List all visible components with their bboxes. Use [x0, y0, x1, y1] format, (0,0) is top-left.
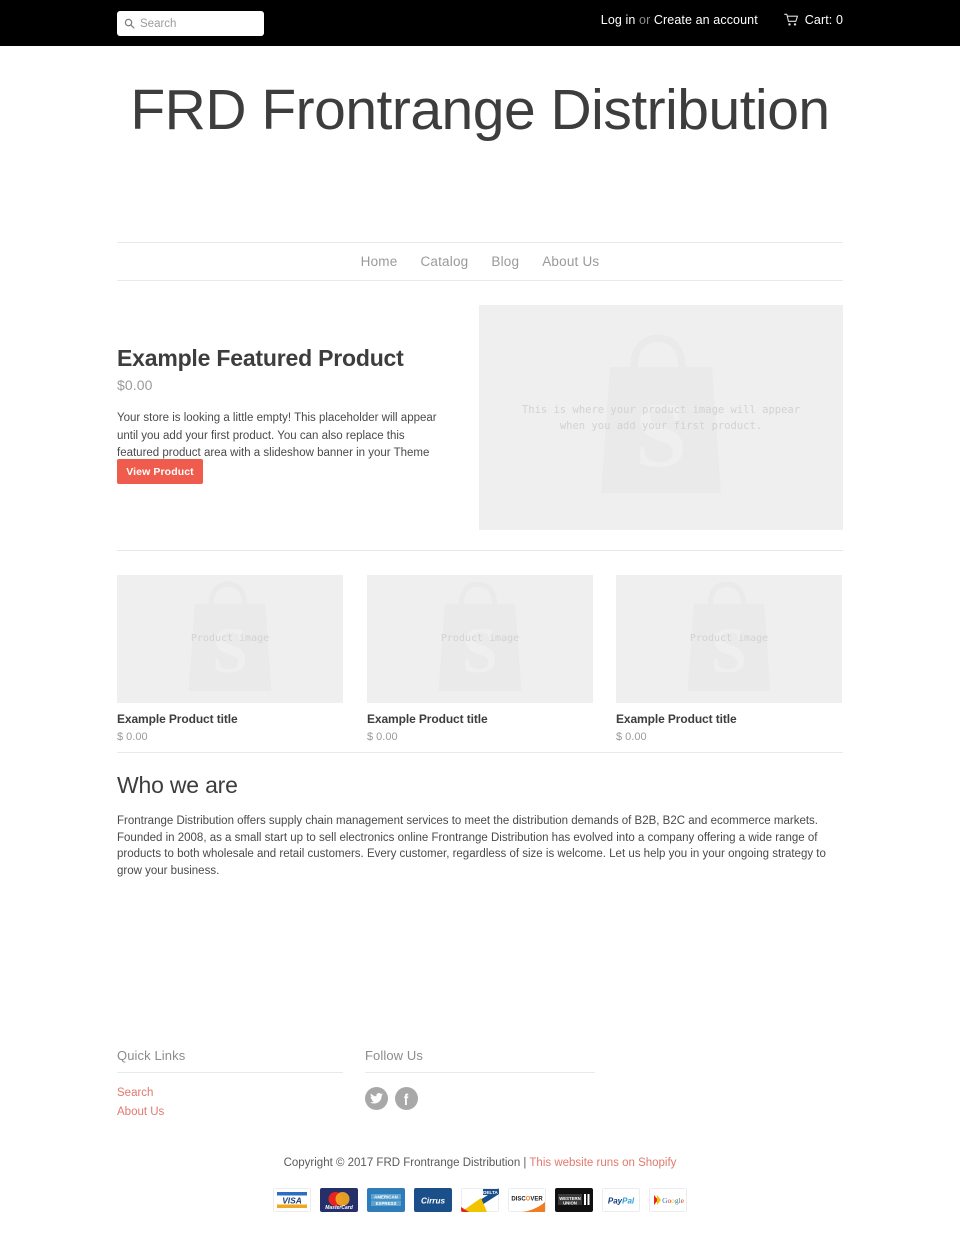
copyright: Copyright © 2017 FRD Frontrange Distribu…	[117, 1157, 843, 1169]
social-links	[365, 1087, 595, 1110]
search-input[interactable]	[140, 13, 250, 34]
payment-methods: VISA MasterCard AMERICAN EXPRESS Cirrus …	[117, 1188, 843, 1212]
nav-item-about-us[interactable]: About Us	[542, 254, 599, 269]
footer-link-search[interactable]: Search	[117, 1084, 343, 1103]
product-card[interactable]: S Product image Example Product title $ …	[616, 575, 842, 743]
view-product-button[interactable]: View Product	[117, 459, 203, 484]
follow-us-heading: Follow Us	[365, 1048, 595, 1073]
cart-link[interactable]: Cart: 0	[783, 13, 843, 27]
nav-item-blog[interactable]: Blog	[491, 254, 519, 269]
about-heading: Who we are	[117, 772, 238, 798]
svg-text:Cirrus: Cirrus	[421, 1196, 446, 1205]
paypal-payment-icon: PayPal	[602, 1188, 640, 1212]
svg-text:Google: Google	[662, 1196, 685, 1205]
svg-text:MasterCard: MasterCard	[325, 1205, 353, 1211]
delta-payment-icon: DELTA	[461, 1188, 499, 1212]
product-price: $ 0.00	[616, 731, 647, 743]
product-price: $ 0.00	[367, 731, 398, 743]
mastercard-payment-icon: MasterCard	[320, 1188, 358, 1212]
twitter-icon	[370, 1093, 383, 1104]
product-price: $ 0.00	[117, 731, 148, 743]
svg-text:S: S	[212, 615, 248, 686]
svg-text:S: S	[635, 384, 687, 487]
quick-links-list: Search About Us	[117, 1084, 343, 1122]
shopify-link[interactable]: This website runs on Shopify	[529, 1157, 676, 1169]
product-image-placeholder-text: Product image	[440, 633, 520, 644]
featured-product-title: Example Featured Product	[117, 345, 404, 371]
account-links: Log in or Create an account	[601, 13, 758, 27]
cirrus-payment-icon: Cirrus	[414, 1188, 452, 1212]
product-title: Example Product title	[117, 712, 238, 726]
product-image-placeholder: S Product image	[367, 575, 593, 703]
featured-product-image-placeholder: S This is where your product image will …	[479, 305, 843, 530]
footer-quick-links: Quick Links Search About Us	[117, 1048, 343, 1122]
nav-item-home[interactable]: Home	[361, 254, 398, 269]
svg-text:AMERICAN: AMERICAN	[374, 1194, 398, 1199]
svg-text:EXPRESS: EXPRESS	[376, 1201, 397, 1206]
or-separator: or	[635, 13, 654, 27]
product-title: Example Product title	[616, 712, 737, 726]
visa-payment-icon: VISA	[273, 1188, 311, 1212]
product-image-placeholder: S Product image	[117, 575, 343, 703]
svg-text:S: S	[462, 615, 498, 686]
product-image-placeholder-text: Product image	[190, 633, 270, 644]
search-box[interactable]	[117, 11, 264, 36]
featured-product-price: $0.00	[117, 377, 153, 393]
facebook-link[interactable]	[395, 1087, 418, 1110]
google-checkout-payment-icon: Google	[649, 1188, 687, 1212]
login-link[interactable]: Log in	[601, 13, 636, 27]
storefront-page: Log in or Create an account Cart: 0 FRD …	[0, 0, 960, 1236]
account-area: Log in or Create an account Cart: 0	[601, 13, 843, 27]
create-account-link[interactable]: Create an account	[654, 13, 758, 27]
divider-featured	[117, 550, 843, 551]
about-body: Frontrange Distribution offers supply ch…	[117, 815, 826, 877]
product-card[interactable]: S Product image Example Product title $ …	[367, 575, 593, 743]
main-navigation: Home Catalog Blog About Us	[117, 242, 843, 281]
american-express-payment-icon: AMERICAN EXPRESS	[367, 1188, 405, 1212]
store-title: FRD Frontrange Distribution	[130, 78, 830, 142]
svg-text:PayPal: PayPal	[608, 1197, 635, 1206]
shopping-cart-icon	[783, 13, 798, 26]
top-bar: Log in or Create an account Cart: 0	[0, 0, 960, 46]
product-title: Example Product title	[367, 712, 488, 726]
footer-link-about-us[interactable]: About Us	[117, 1103, 343, 1122]
search-icon	[124, 18, 135, 29]
copyright-text: Copyright © 2017 FRD Frontrange Distribu…	[283, 1157, 530, 1169]
quick-links-heading: Quick Links	[117, 1048, 343, 1073]
discover-payment-icon: DISCOVER	[508, 1188, 546, 1212]
product-card[interactable]: S Product image Example Product title $ …	[117, 575, 343, 743]
product-image-placeholder-text: Product image	[689, 633, 769, 644]
western-union-payment-icon: WESTERN UNION	[555, 1188, 593, 1212]
svg-text:S: S	[711, 615, 747, 686]
svg-text:DELTA: DELTA	[483, 1190, 498, 1195]
twitter-link[interactable]	[365, 1087, 388, 1110]
footer-follow-us: Follow Us	[365, 1048, 595, 1110]
facebook-icon	[404, 1093, 409, 1105]
featured-image-placeholder-text: This is where your product image will ap…	[521, 403, 801, 432]
divider-products	[117, 752, 843, 753]
product-image-placeholder: S Product image	[616, 575, 842, 703]
svg-text:DISCOVER: DISCOVER	[511, 1196, 543, 1202]
cart-label: Cart: 0	[804, 13, 843, 27]
svg-text:VISA: VISA	[282, 1196, 302, 1206]
nav-item-catalog[interactable]: Catalog	[420, 254, 468, 269]
svg-text:UNION: UNION	[563, 1201, 577, 1206]
